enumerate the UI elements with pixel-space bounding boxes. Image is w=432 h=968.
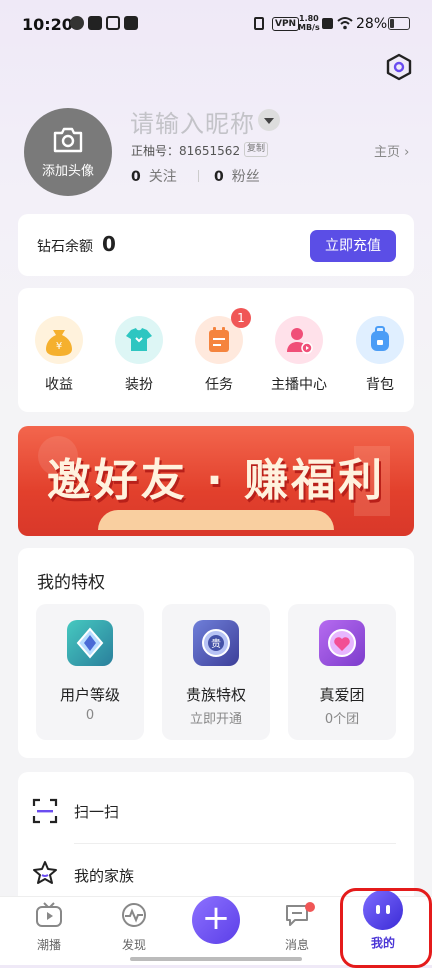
- home-indicator: [130, 957, 302, 961]
- tab-chaobo[interactable]: 潮播: [19, 902, 79, 953]
- home-link[interactable]: 主页 ›: [374, 141, 409, 160]
- camera-icon: [53, 127, 83, 153]
- create-plus-button[interactable]: +: [192, 896, 240, 944]
- privilege-title: 用户等级: [59, 686, 120, 704]
- scan-icon: [32, 798, 58, 824]
- svg-text:¥: ¥: [56, 341, 62, 352]
- app-notification-icon: [88, 16, 102, 30]
- tv-play-icon: [36, 902, 62, 927]
- feature-label: 主播中心: [271, 377, 327, 393]
- message-unread-dot: [305, 902, 315, 912]
- tshirt-icon: [115, 316, 163, 364]
- family-star-icon: [33, 861, 57, 884]
- stat-divider: [198, 170, 199, 182]
- tab-label: 发现: [121, 938, 146, 952]
- network-speed: 1.80 MB/s: [298, 14, 320, 32]
- tab-label: 潮播: [36, 938, 61, 952]
- privileges-title: 我的特权: [37, 573, 105, 593]
- banner-decoration: [98, 510, 334, 530]
- svg-text:贵: 贵: [211, 637, 221, 650]
- privilege-subtitle: 0个团: [324, 712, 360, 727]
- menu-row-scan[interactable]: 扫一扫: [18, 782, 414, 840]
- privilege-title: 真爱团: [319, 686, 365, 704]
- task-calendar-icon: 1: [195, 308, 251, 364]
- avatar-add-button[interactable]: 添加头像: [24, 108, 112, 196]
- menu-row-label: 扫一扫: [74, 803, 120, 821]
- discover-pulse-icon: [122, 903, 146, 927]
- feature-label: 收益: [45, 377, 73, 393]
- level-diamond-icon: [67, 620, 113, 666]
- feature-label: 背包: [366, 377, 394, 393]
- invite-friends-banner[interactable]: 邀好友 · 赚福利: [18, 426, 414, 536]
- feature-label: 任务: [205, 377, 233, 393]
- battery-percent: 28%: [356, 16, 388, 32]
- tab-messages[interactable]: 消息: [267, 902, 327, 953]
- feature-income[interactable]: ¥ 收益: [26, 316, 92, 394]
- fans-stat[interactable]: 0 粉丝: [214, 166, 260, 186]
- active-tab-highlight: [340, 888, 432, 968]
- heart-badge-icon: [319, 620, 365, 666]
- privilege-title: 贵族特权: [185, 686, 246, 704]
- status-bar: 10:20 VPN 1.80 MB/s 28%: [0, 0, 432, 48]
- tab-label: 消息: [284, 938, 309, 952]
- avatar-label: 添加头像: [41, 164, 94, 179]
- feature-label: 装扮: [125, 377, 153, 393]
- settings-hexagon-icon[interactable]: [384, 52, 414, 82]
- nickname-input[interactable]: 请输入昵称: [130, 104, 255, 139]
- feature-tasks[interactable]: 1 任务: [186, 308, 252, 394]
- copy-id-button[interactable]: 复制: [244, 142, 269, 157]
- privilege-subtitle: 立即开通: [189, 712, 242, 727]
- feature-dressup[interactable]: 装扮: [106, 316, 172, 394]
- menu-divider: [74, 843, 396, 844]
- money-bag-icon: ¥: [35, 316, 83, 364]
- recharge-button[interactable]: 立即充值: [310, 230, 396, 262]
- vpn-indicator: VPN: [272, 17, 300, 31]
- privilege-subtitle: 0: [85, 708, 95, 723]
- app-notification-icon: [70, 16, 84, 30]
- anchor-user-icon: [275, 316, 323, 364]
- banner-text: 邀好友 · 赚福利: [46, 455, 386, 506]
- noble-badge-icon: 贵: [193, 620, 239, 666]
- tab-discover[interactable]: 发现: [104, 902, 164, 953]
- feature-backpack[interactable]: 背包: [347, 316, 413, 394]
- privilege-true-love[interactable]: 真爱团 0个团: [288, 604, 396, 740]
- privilege-user-level[interactable]: 用户等级 0: [36, 604, 144, 740]
- user-id: 正柚号：81651562: [131, 144, 241, 158]
- app-notification-icon: [106, 16, 120, 30]
- privilege-noble[interactable]: 贵 贵族特权 立即开通: [162, 604, 270, 740]
- mail-notification-icon: [124, 16, 138, 30]
- sim-icon: [322, 18, 333, 29]
- diamond-balance-label: 钻石余额: [37, 239, 93, 255]
- diamond-balance-value: 0: [102, 232, 116, 256]
- following-stat[interactable]: 0 关注: [131, 166, 177, 186]
- status-time: 10:20: [22, 15, 73, 34]
- wifi-icon: [337, 17, 353, 30]
- feature-anchor-center[interactable]: 主播中心: [266, 316, 332, 394]
- task-badge: 1: [231, 308, 251, 328]
- nickname-dropdown-icon[interactable]: [258, 109, 280, 131]
- battery-icon: [388, 17, 410, 30]
- backpack-icon: [356, 316, 404, 364]
- menu-row-label: 我的家族: [74, 867, 135, 885]
- vibrate-icon: [254, 17, 264, 30]
